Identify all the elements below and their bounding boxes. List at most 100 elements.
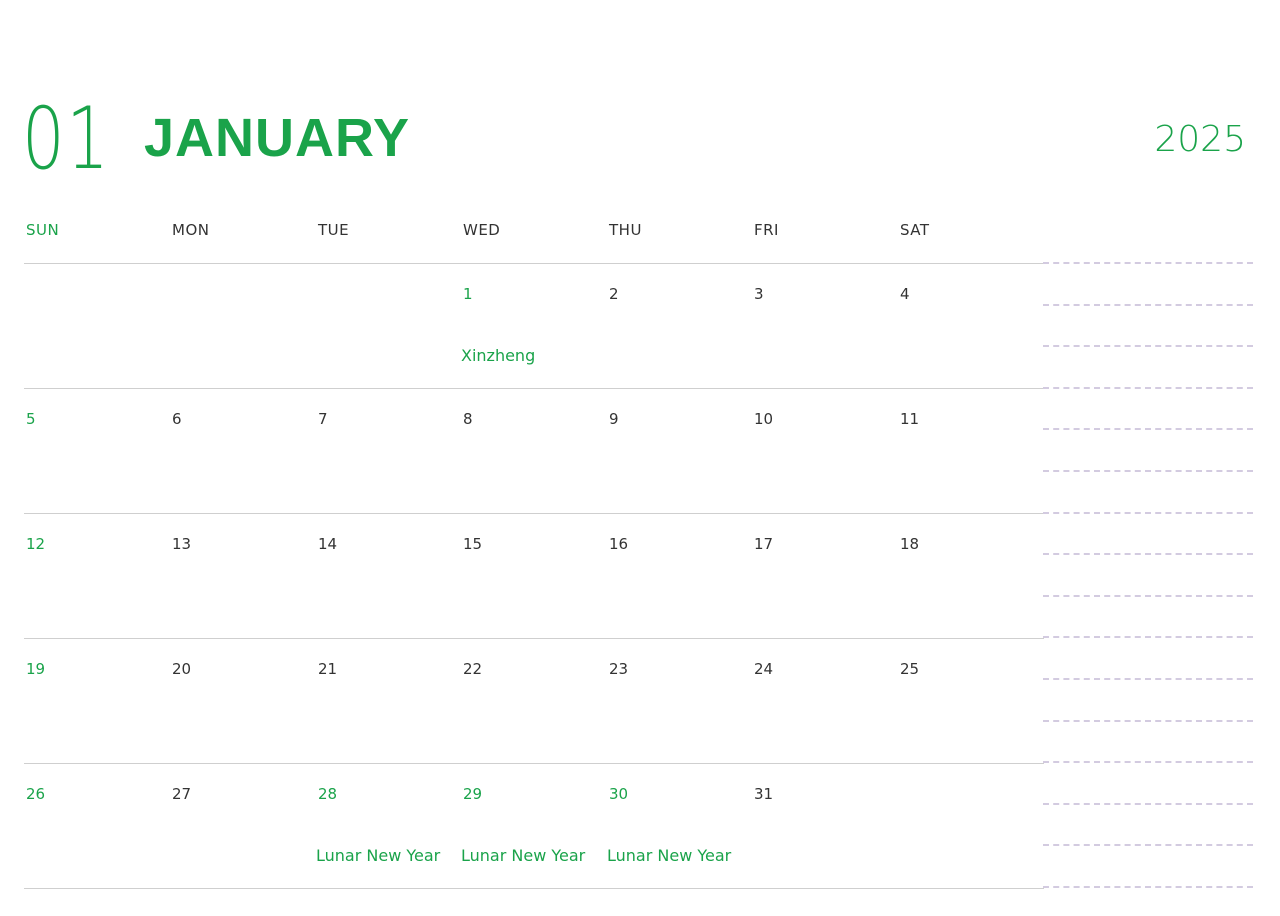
- day-cell[interactable]: 3: [752, 264, 892, 388]
- weekday-sun: SUN: [26, 221, 60, 239]
- day-cell[interactable]: 11: [898, 389, 1038, 513]
- notes-line: [1043, 470, 1253, 472]
- notes-line: [1043, 262, 1253, 264]
- day-cell[interactable]: 4: [898, 264, 1038, 388]
- month-name: JANUARY: [144, 108, 411, 168]
- weekday-thu: THU: [609, 221, 642, 239]
- date-number: 16: [609, 535, 629, 553]
- day-cell[interactable]: 30 Lunar New Year: [607, 764, 747, 888]
- week-row: 19 20 21 22 23 24 25: [24, 638, 1044, 763]
- day-cell[interactable]: 12: [24, 514, 164, 638]
- notes-line: [1043, 553, 1253, 555]
- date-number: 26: [26, 785, 46, 803]
- day-cell[interactable]: [898, 764, 1038, 888]
- day-cell[interactable]: 24: [752, 639, 892, 763]
- notes-line: [1043, 512, 1253, 514]
- notes-line: [1043, 387, 1253, 389]
- day-cell[interactable]: 17: [752, 514, 892, 638]
- date-number: 23: [609, 660, 629, 678]
- day-cell[interactable]: 5: [24, 389, 164, 513]
- day-cell[interactable]: [170, 264, 310, 388]
- notes-line: [1043, 678, 1253, 680]
- notes-line: [1043, 345, 1253, 347]
- day-cell[interactable]: 22: [461, 639, 601, 763]
- date-number: 24: [754, 660, 774, 678]
- day-cell[interactable]: 8: [461, 389, 601, 513]
- week-row: 26 27 28 Lunar New Year 29 Lunar New Year 30 Lu…: [24, 763, 1044, 889]
- day-cell[interactable]: [316, 264, 456, 388]
- holiday-note: Lunar New Year: [316, 846, 441, 865]
- weekday-header-row: SUN MON TUE WED THU FRI SAT: [24, 220, 1044, 242]
- day-cell[interactable]: 10: [752, 389, 892, 513]
- date-number: 3: [754, 285, 764, 303]
- notes-lines: [1043, 262, 1253, 892]
- date-number: 6: [172, 410, 182, 428]
- date-number: 17: [754, 535, 774, 553]
- date-number: 22: [463, 660, 483, 678]
- notes-line: [1043, 304, 1253, 306]
- date-number: 10: [754, 410, 774, 428]
- day-cell[interactable]: 27: [170, 764, 310, 888]
- weekday-mon: MON: [172, 221, 210, 239]
- date-number: 2: [609, 285, 619, 303]
- date-number: 25: [900, 660, 920, 678]
- day-cell[interactable]: 13: [170, 514, 310, 638]
- weekday-sat: SAT: [900, 221, 930, 239]
- date-number: 8: [463, 410, 473, 428]
- day-cell[interactable]: 15: [461, 514, 601, 638]
- notes-line: [1043, 803, 1253, 805]
- calendar-grid: 1 Xinzheng 2 3 4 5 6 7 8 9 10 11 12 13 14 15 16 17 18 19 20 2…: [24, 263, 1044, 889]
- week-row: 1 Xinzheng 2 3 4: [24, 263, 1044, 388]
- day-cell[interactable]: 20: [170, 639, 310, 763]
- notes-line: [1043, 761, 1253, 763]
- date-number: 20: [172, 660, 192, 678]
- year: 2025: [1154, 119, 1246, 160]
- day-cell[interactable]: 14: [316, 514, 456, 638]
- notes-line: [1043, 428, 1253, 430]
- date-number: 31: [754, 785, 774, 803]
- date-number: 5: [26, 410, 36, 428]
- date-number: 7: [318, 410, 328, 428]
- day-cell[interactable]: 28 Lunar New Year: [316, 764, 456, 888]
- day-cell[interactable]: 7: [316, 389, 456, 513]
- day-cell[interactable]: 29 Lunar New Year: [461, 764, 601, 888]
- weekday-wed: WED: [463, 221, 501, 239]
- weekday-fri: FRI: [754, 221, 779, 239]
- week-row: 5 6 7 8 9 10 11: [24, 388, 1044, 513]
- date-number: 9: [609, 410, 619, 428]
- month-number: 01: [22, 96, 135, 182]
- date-number: 4: [900, 285, 910, 303]
- day-cell[interactable]: 18: [898, 514, 1038, 638]
- day-cell[interactable]: 25: [898, 639, 1038, 763]
- date-number: 11: [900, 410, 920, 428]
- day-cell[interactable]: 31: [752, 764, 892, 888]
- day-cell[interactable]: 23: [607, 639, 747, 763]
- date-number: 12: [26, 535, 46, 553]
- date-number: 27: [172, 785, 192, 803]
- date-number: 1: [463, 285, 473, 303]
- day-cell[interactable]: 19: [24, 639, 164, 763]
- date-number: 14: [318, 535, 338, 553]
- day-cell[interactable]: 9: [607, 389, 747, 513]
- date-number: 21: [318, 660, 338, 678]
- day-cell[interactable]: 21: [316, 639, 456, 763]
- day-cell[interactable]: 16: [607, 514, 747, 638]
- date-number: 28: [318, 785, 338, 803]
- day-cell[interactable]: 1 Xinzheng: [461, 264, 601, 388]
- date-number: 29: [463, 785, 483, 803]
- holiday-note: Lunar New Year: [461, 846, 586, 865]
- date-number: 18: [900, 535, 920, 553]
- day-cell[interactable]: 26: [24, 764, 164, 888]
- notes-line: [1043, 886, 1253, 888]
- holiday-note: Lunar New Year: [607, 846, 732, 865]
- day-cell[interactable]: [24, 264, 164, 388]
- day-cell[interactable]: 6: [170, 389, 310, 513]
- date-number: 30: [609, 785, 629, 803]
- week-row: 12 13 14 15 16 17 18: [24, 513, 1044, 638]
- notes-line: [1043, 844, 1253, 846]
- weekday-tue: TUE: [318, 221, 350, 239]
- notes-line: [1043, 636, 1253, 638]
- month-number-text: 01: [22, 89, 111, 189]
- day-cell[interactable]: 2: [607, 264, 747, 388]
- date-number: 13: [172, 535, 192, 553]
